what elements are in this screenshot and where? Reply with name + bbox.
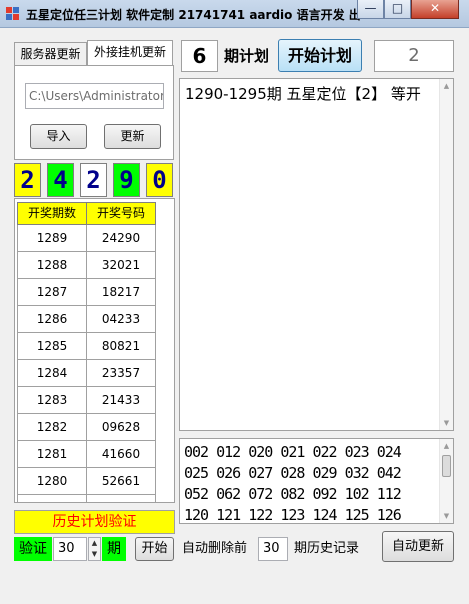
plan-text: 1290-1295期 五星定位【2】 等开 [185,85,421,103]
periods-unit-label: 期 [102,537,126,561]
period-cell: 1288 [17,252,87,279]
number-cell: 32021 [86,252,156,279]
tab-external-update[interactable]: 外接挂机更新 [87,40,173,66]
number-cell: 21433 [86,387,156,414]
close-button[interactable]: ✕ [411,0,459,19]
period-cell: 1283 [17,387,87,414]
numbers-line: 025 026 027 028 029 032 042 [184,464,402,482]
path-input[interactable]: C:\Users\Administrator\ [25,83,164,109]
tab-server-update[interactable]: 服务器更新 [14,42,87,66]
digit-4: 9 [113,163,140,197]
number-cell: 87374 [86,495,156,502]
number-cell: 80821 [86,333,156,360]
column-header-period: 开奖期数 [17,202,87,225]
history-verify-button[interactable]: 历史计划验证 [14,510,175,534]
spin-down-icon[interactable]: ▼ [89,549,100,560]
spin-up-icon[interactable]: ▲ [89,538,100,549]
number-cell: 24290 [86,225,156,252]
numbers-line: 052 062 072 082 092 102 112 [184,485,402,503]
auto-delete-suffix: 期历史记录 [294,541,360,556]
scroll-up-icon[interactable]: ▲ [440,439,453,453]
period-cell: 1280 [17,468,87,495]
update-button[interactable]: 更新 [104,124,161,149]
column-header-number: 开奖号码 [86,202,156,225]
verify-periods-spinner[interactable]: ▲ ▼ [88,537,101,561]
scrollbar-thumb[interactable] [442,455,451,477]
plan-count-field[interactable]: 2 [374,40,454,72]
verify-periods-input[interactable]: 30 [53,537,87,561]
tab-panel: C:\Users\Administrator\ 导入 更新 [14,65,174,160]
start-plan-button[interactable]: 开始计划 [278,39,362,72]
number-cell: 52661 [86,468,156,495]
scroll-up-icon[interactable]: ▲ [440,79,453,93]
import-button[interactable]: 导入 [30,124,87,149]
period-cell: 1286 [17,306,87,333]
period-cell: 1279 [17,495,87,502]
digit-1: 2 [14,163,41,197]
number-cell: 04233 [86,306,156,333]
digit-2: 4 [47,163,74,197]
plan-period-count[interactable]: 6 [181,40,218,72]
period-cell: 1284 [17,360,87,387]
number-cell: 18217 [86,279,156,306]
period-cell: 1285 [17,333,87,360]
scroll-down-icon[interactable]: ▼ [440,416,453,430]
plan-text-area[interactable]: 1290-1295期 五星定位【2】 等开 ▲ ▼ [179,78,454,431]
maximize-button[interactable]: □ [384,0,411,19]
numbers-line: 120 121 122 123 124 125 126 [184,506,402,524]
digit-5: 0 [146,163,173,197]
start-verify-button[interactable]: 开始 [135,537,174,561]
numbers-text-area[interactable]: 002 012 020 021 022 023 024 025 026 027 … [179,438,454,524]
auto-delete-prefix: 自动删除前 [182,541,248,556]
window-title: 五星定位任三计划 软件定制 21741741 aardio 语言开发 出... [26,8,361,22]
numbers-scrollbar[interactable]: ▲ ▼ [439,439,453,523]
number-cell: 09628 [86,414,156,441]
plan-scrollbar[interactable]: ▲ ▼ [439,79,453,430]
plan-label: 期计划 [224,47,270,65]
title-bar: 五星定位任三计划 软件定制 21741741 aardio 语言开发 出... … [0,0,469,28]
draw-history-table[interactable]: 开奖期数 开奖号码 1289 24290 1288 32021 1287 18217 128… [14,198,175,503]
period-cell: 1289 [17,225,87,252]
numbers-line: 002 012 020 021 022 023 024 [184,443,402,461]
auto-update-button[interactable]: 自动更新 [382,531,454,562]
period-cell: 1287 [17,279,87,306]
app-grid-icon [6,7,20,21]
period-cell: 1281 [17,441,87,468]
number-cell: 23357 [86,360,156,387]
auto-delete-count-input[interactable]: 30 [258,537,288,561]
digit-3: 2 [80,163,107,197]
scroll-down-icon[interactable]: ▼ [440,509,453,523]
minimize-button[interactable]: — [357,0,384,19]
period-cell: 1282 [17,414,87,441]
number-cell: 41660 [86,441,156,468]
verify-label: 验证 [14,537,52,561]
